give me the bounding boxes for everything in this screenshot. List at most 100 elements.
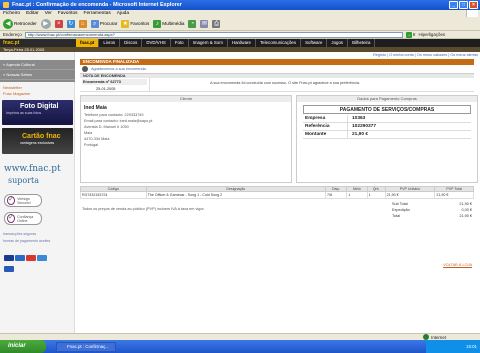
payment-row-montante: Montante 21,90 €	[303, 131, 471, 139]
taskbar-item-ie[interactable]: Fnac.pt : Confirmaç...	[56, 341, 116, 352]
tab-livros[interactable]: Livros	[99, 39, 121, 47]
windows-logo-icon	[466, 10, 478, 17]
seal1-label: Verisign Secured	[17, 196, 31, 205]
client-email: Email para contacto: ined.maia@sapo.pt	[84, 119, 153, 123]
cartao-banner-title: Cartão fnac	[22, 133, 61, 140]
client-name: Ined Maia	[84, 105, 107, 111]
links-label[interactable]: Hiperligações	[418, 32, 445, 37]
refresh-icon[interactable]: ↻	[66, 19, 75, 28]
start-button[interactable]: iniciar	[0, 340, 46, 353]
item-code[interactable]: RG7432153724	[80, 191, 147, 199]
window-title: Fnac.pt : Confirmação de encomenda - Mic…	[12, 2, 182, 8]
taskbar: iniciar Fnac.pt : Confirmaç... 15:01	[0, 340, 480, 353]
item-title[interactable]: The Officer & Gamecar - Song 1 - Cold So…	[145, 191, 326, 199]
seal2-label: Confiança Online	[17, 214, 34, 223]
minimize-button[interactable]: _	[449, 1, 458, 9]
foto-banner-sub: Imprima as suas fotos	[6, 111, 42, 115]
mastercard-icon	[26, 255, 36, 261]
favorites-button[interactable]: ★ Favoritos	[121, 19, 150, 28]
tab-foto[interactable]: Foto	[171, 39, 189, 47]
maximize-button[interactable]: □	[459, 1, 468, 9]
payment-cards-row2	[4, 266, 14, 272]
client-country: Portugal	[84, 143, 99, 147]
menu-tools[interactable]: Ferramentas	[84, 11, 111, 16]
home-icon[interactable]: ⌂	[78, 19, 87, 28]
close-button[interactable]: ×	[469, 1, 478, 9]
thanks-text: Agradecemos a sua encomenda.	[91, 67, 147, 71]
payment-value: 102290377	[352, 124, 377, 129]
tab-imagem-som[interactable]: Imagem & Som	[189, 39, 228, 47]
stop-icon[interactable]: ×	[54, 19, 63, 28]
sidebar-item-agenda[interactable]: » Aqenda Cultural	[0, 60, 75, 70]
back-button[interactable]: ◀ Retroceder	[3, 18, 37, 29]
ie-icon	[3, 2, 9, 8]
menu-help[interactable]: Ajuda	[117, 11, 129, 16]
tab-hardware[interactable]: Hardware	[228, 39, 256, 47]
status-zone: Internet	[431, 334, 446, 340]
order-number-cell: Encomenda nº 62773 25-01-2005	[80, 78, 150, 91]
menu-edit[interactable]: Editar	[26, 11, 39, 16]
sidebar-item-sebes[interactable]: » Nossas Sebes	[0, 70, 75, 80]
media-button[interactable]: ♪ Multimédia	[153, 19, 184, 28]
search-button[interactable]: ⌕ Procurar	[90, 19, 118, 28]
site-header: fnac.pt fnac.pt Livros Discos DVD/VHS Fo…	[0, 39, 480, 47]
print-icon[interactable]: ⎙	[212, 19, 221, 28]
tab-telecom[interactable]: Telecomunicações	[256, 39, 302, 47]
items-table: Código Designação Disp. Meio Qnt. PVP Un…	[80, 186, 474, 199]
history-icon[interactable]: ◔	[188, 19, 197, 28]
menu-bar: Ficheiro Editar Ver Favoritos Ferramenta…	[0, 10, 480, 17]
payment-cards	[4, 255, 47, 261]
mail-icon[interactable]: ✉	[200, 19, 209, 28]
payment-key: Montante	[303, 131, 348, 138]
item-unit-price: 21,90 €	[384, 191, 436, 199]
sidebar-link-newsletter[interactable]: Newsletter	[3, 85, 22, 90]
search-label: Procurar	[99, 21, 118, 26]
foto-digital-banner[interactable]: Foto Digital Imprima as suas fotos	[2, 100, 73, 125]
order-message: A sua encomenda foi concluída com sucess…	[210, 81, 361, 85]
favorites-label: Favoritos	[130, 21, 150, 26]
item-medium: 1	[346, 191, 368, 199]
cartao-fnac-banner[interactable]: Cartão fnac vantagens exclusivas	[2, 128, 73, 154]
tab-discos[interactable]: Discos	[120, 39, 143, 47]
web-page: fnac.pt fnac.pt Livros Discos DVD/VHS Fo…	[0, 39, 480, 333]
sidebar-link-magazine[interactable]: Fnac Magazine	[3, 91, 30, 96]
item-total-price: 21,90 €	[434, 191, 474, 199]
search-icon: ⌕	[90, 19, 99, 28]
menu-file[interactable]: Ficheiro	[3, 11, 20, 16]
forward-arrow-icon: ▶	[40, 18, 51, 29]
address-input[interactable]: http://www.fnac.pt/confirmacaoencomenda.…	[24, 31, 403, 38]
total-label: Total	[392, 214, 401, 218]
tab-bilheteira[interactable]: Bilheteira	[348, 39, 376, 47]
secure-transactions-text: transacções seguras	[3, 232, 37, 236]
total-row: Total 21,90 €	[390, 213, 474, 219]
item-availability: 7/8	[324, 191, 348, 199]
site-logo[interactable]: fnac.pt	[0, 39, 76, 47]
tab-home[interactable]: fnac.pt	[76, 39, 100, 47]
tab-software[interactable]: Software	[301, 39, 328, 47]
go-button[interactable]: → Ir	[405, 31, 415, 38]
totals-area: Todos os preços de venda ao público (PVP…	[80, 201, 474, 219]
menu-favorites[interactable]: Favoritos	[58, 11, 78, 16]
details-columns: Cliente Ined Maia Telefone para contacto…	[80, 95, 478, 183]
go-arrow-icon: →	[405, 31, 412, 38]
back-to-store-link[interactable]: VOLTAR À LOJA	[443, 263, 472, 267]
left-sidebar: » Aqenda Cultural » Nossas Sebes Newslet…	[0, 52, 75, 333]
payment-row-empresa: Empresa 10363	[303, 115, 471, 123]
client-postcode: 4470-334 Maia	[84, 137, 110, 141]
account-links[interactable]: Registo | O minha conta | Os meus cabaze…	[78, 53, 478, 58]
tab-jogos[interactable]: Jogos	[327, 39, 349, 47]
forward-button[interactable]: ▶	[40, 18, 51, 29]
visa-icon	[4, 255, 14, 261]
thanks-line: Agradecemos a sua encomenda.	[80, 65, 474, 73]
confianca-seal[interactable]: ✓ Confiança Online	[4, 212, 42, 225]
checkmark-icon: ✓	[7, 196, 16, 205]
total-value: 21,90 €	[459, 214, 472, 218]
payment-key: Empresa	[303, 115, 348, 122]
tab-dvd[interactable]: DVD/VHS	[142, 39, 171, 47]
client-phone: Telefone para contacto: 229333749	[84, 113, 144, 117]
address-label: Endereço	[3, 32, 22, 37]
menu-view[interactable]: Ver	[45, 11, 52, 16]
fnac-suporta-text: suporta	[8, 176, 40, 185]
verisign-seal[interactable]: ✓ Verisign Secured	[4, 194, 42, 207]
fnac-url-logo: www.fnac.pt	[4, 164, 61, 174]
